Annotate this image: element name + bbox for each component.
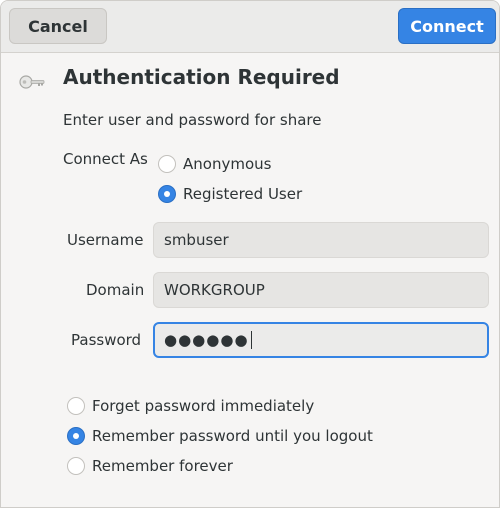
header-bar: Cancel Connect [1,1,499,53]
radio-registered-user-label: Registered User [183,185,303,203]
radio-remember-forever[interactable]: Remember forever [67,455,233,477]
username-label: Username [67,231,144,249]
text-caret [250,331,252,349]
domain-label: Domain [86,281,145,299]
dialog-title: Authentication Required [63,65,340,89]
radio-forget-immediately-indicator[interactable] [67,397,85,415]
domain-field[interactable]: WORKGROUP [153,272,489,308]
connect-as-label: Connect As [63,150,148,168]
radio-forget-immediately-label: Forget password immediately [92,397,315,415]
authentication-dialog: Cancel Connect Authentication Required E… [0,0,500,508]
connect-button[interactable]: Connect [398,8,496,44]
radio-anonymous-indicator[interactable] [158,155,176,173]
username-field[interactable]: smbuser [153,222,489,258]
radio-remember-forever-indicator[interactable] [67,457,85,475]
cancel-button[interactable]: Cancel [9,8,107,44]
key-icon [19,75,45,89]
radio-remember-until-logout-label: Remember password until you logout [92,427,373,445]
radio-forget-immediately[interactable]: Forget password immediately [67,395,314,417]
username-value: smbuser [164,231,229,249]
radio-remember-until-logout[interactable]: Remember password until you logout [67,425,373,447]
password-field[interactable]: ●●●●●● [153,322,489,358]
radio-registered-user[interactable]: Registered User [158,183,302,205]
radio-anonymous-label: Anonymous [183,155,272,173]
dialog-subtitle: Enter user and password for share [63,111,322,129]
domain-value: WORKGROUP [164,281,265,299]
password-masked-value: ●●●●●● [164,331,249,349]
radio-registered-user-indicator[interactable] [158,185,176,203]
radio-remember-until-logout-indicator[interactable] [67,427,85,445]
password-label: Password [71,331,142,349]
radio-remember-forever-label: Remember forever [92,457,233,475]
radio-anonymous[interactable]: Anonymous [158,153,271,175]
